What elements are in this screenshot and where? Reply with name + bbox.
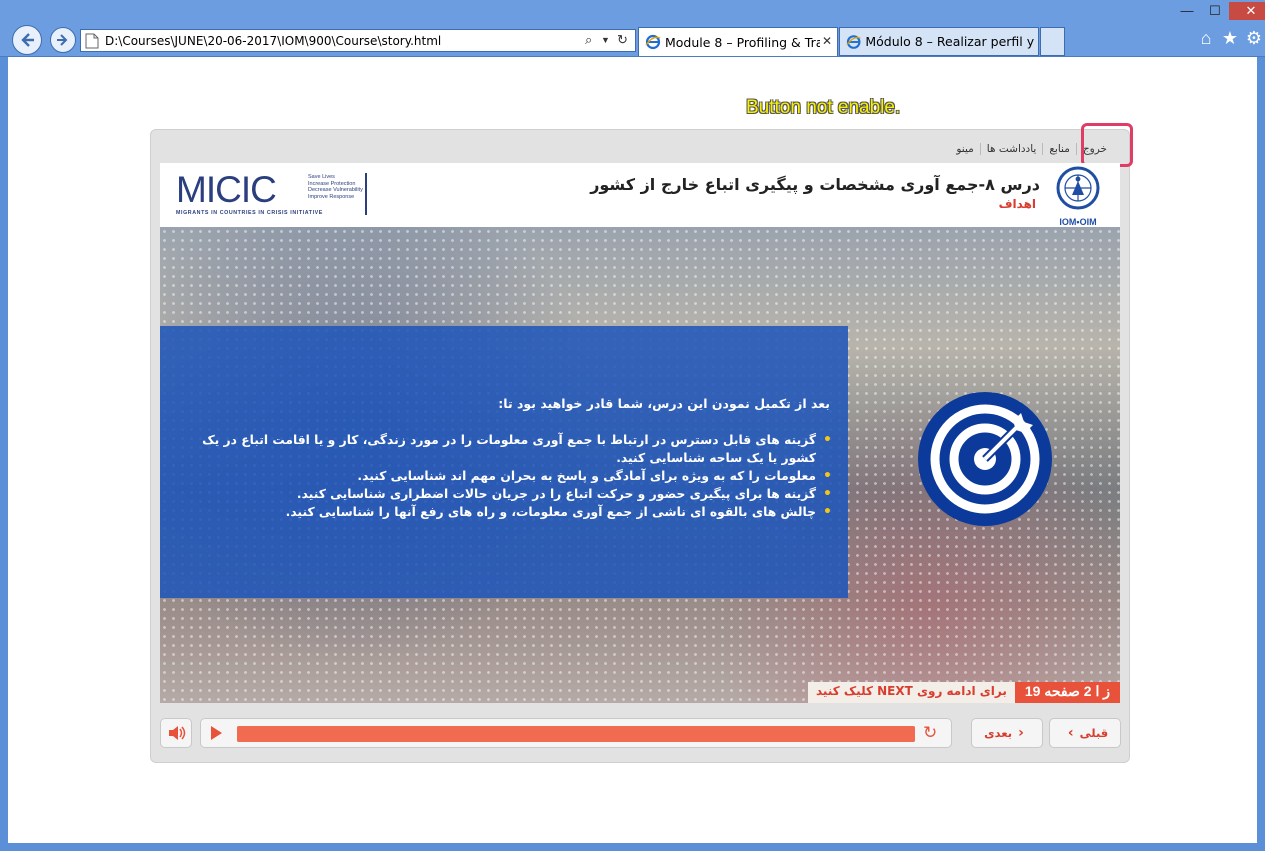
logo-divider [365, 173, 367, 215]
close-window-button[interactable]: ✕ [1229, 2, 1265, 20]
list-item: معلومات را که به ویژه برای آمادگی و پاسخ… [194, 467, 834, 485]
address-bar[interactable]: D:\Courses\JUNE\20-06-2017\IOM\900\Cours… [80, 29, 636, 52]
star-icon[interactable]: ★ [1220, 28, 1240, 48]
seekbar-container: ↻ [200, 718, 952, 748]
prev-button[interactable]: قبلی › [1049, 718, 1121, 748]
address-url[interactable]: D:\Courses\JUNE\20-06-2017\IOM\900\Cours… [105, 34, 441, 48]
iom-logo: IOM•OIM [1050, 165, 1106, 227]
objectives-panel: بعد از تکمیل نمودن این درس، شما قادر خوا… [160, 326, 848, 598]
tab-module-8-es[interactable]: Módulo 8 – Realizar perfil y seg... [839, 27, 1039, 56]
arrow-right-icon [57, 34, 68, 46]
search-icon[interactable]: ⌕ [585, 32, 592, 48]
progress-fill [237, 726, 915, 742]
tab-module-8-en[interactable]: Module 8 – Profiling & Trac... ✕ [638, 27, 838, 56]
tab-label: Módulo 8 – Realizar perfil y seg... [865, 34, 1038, 49]
close-tab-icon[interactable]: ✕ [822, 34, 832, 48]
slide-area: MICIC Save Lives Increase Protection Dec… [160, 163, 1120, 703]
arrow-left-icon [21, 33, 34, 47]
replay-icon[interactable]: ↻ [923, 723, 937, 743]
window-frame-right [1257, 0, 1265, 851]
next-button[interactable]: ‹ بعدی [971, 718, 1043, 748]
forward-button[interactable] [50, 27, 76, 53]
minimize-button[interactable]: — [1174, 2, 1200, 20]
menu-resources[interactable]: منابع [1042, 143, 1076, 155]
play-icon[interactable] [211, 726, 222, 740]
window-frame-left [0, 0, 8, 851]
slide-counter: 19 ز ا 2 صفحه [1014, 682, 1120, 703]
progress-track[interactable] [237, 726, 915, 742]
speaker-icon [169, 726, 186, 740]
micic-footer: MIGRANTS IN COUNTRIES IN CRISIS INITIATI… [176, 210, 323, 216]
slide-header: MICIC Save Lives Increase Protection Dec… [160, 163, 1120, 227]
objectives-intro: بعد از تکمیل نمودن این درس، شما قادر خوا… [498, 396, 830, 411]
home-icon[interactable]: ⌂ [1196, 28, 1216, 48]
maximize-button[interactable]: ☐ [1202, 2, 1228, 20]
exit-highlight-box [1081, 123, 1133, 167]
micic-logo: MICIC Save Lives Increase Protection Dec… [176, 169, 363, 217]
gear-icon[interactable]: ⚙ [1244, 28, 1264, 48]
window-frame-bottom [0, 843, 1265, 851]
new-tab-button[interactable] [1040, 27, 1065, 56]
volume-button[interactable] [160, 718, 192, 748]
page-icon [85, 33, 99, 49]
chevron-left-icon: ‹ [1018, 725, 1024, 741]
next-button-label: بعدی [984, 726, 1013, 740]
tab-label: Module 8 – Profiling & Trac... [665, 34, 820, 50]
dropdown-arrow-icon[interactable]: ▼ [601, 35, 610, 45]
annotation-note: Button not enable. [746, 97, 901, 118]
prev-button-label: قبلی [1079, 726, 1109, 740]
browser-chrome: — ☐ ✕ D:\Courses\JUNE\20-06-2017\IOM\900… [0, 0, 1265, 57]
iom-globe-icon [1056, 166, 1100, 210]
micic-wordmark: MICIC [176, 169, 277, 210]
menu-menu[interactable]: مینو [950, 143, 979, 155]
ie-icon [645, 34, 661, 50]
back-button[interactable] [12, 25, 42, 55]
refresh-icon[interactable]: ↻ [617, 32, 628, 48]
chevron-right-icon: › [1067, 725, 1074, 741]
iom-logo-text: IOM•OIM [1059, 217, 1097, 227]
menu-notes[interactable]: یادداشت ها [979, 143, 1043, 155]
list-item: گزینه های قابل دسترس در ارتباط با جمع آو… [194, 431, 834, 467]
list-item: چالش های بالقوه ای ناشی از جمع آوری معلو… [194, 503, 834, 521]
lesson-subtitle: اهداف [998, 197, 1036, 211]
list-item: گزینه ها برای پیگیری حضور و حرکت اتباع ر… [194, 485, 834, 503]
ie-icon [846, 34, 861, 49]
lesson-title: درس ۸-جمع آوری مشخصات و پیگیری اتباع خار… [590, 175, 1040, 194]
next-prompt-text: برای ادامه روی NEXT کلیک کنید [808, 682, 1015, 703]
objectives-list: گزینه های قابل دسترس در ارتباط با جمع آو… [194, 431, 834, 521]
target-icon [918, 392, 1052, 526]
next-prompt-bar: 19 ز ا 2 صفحه برای ادامه روی NEXT کلیک ک… [808, 682, 1120, 703]
micic-tagline: Save Lives Increase Protection Decrease … [308, 174, 363, 200]
